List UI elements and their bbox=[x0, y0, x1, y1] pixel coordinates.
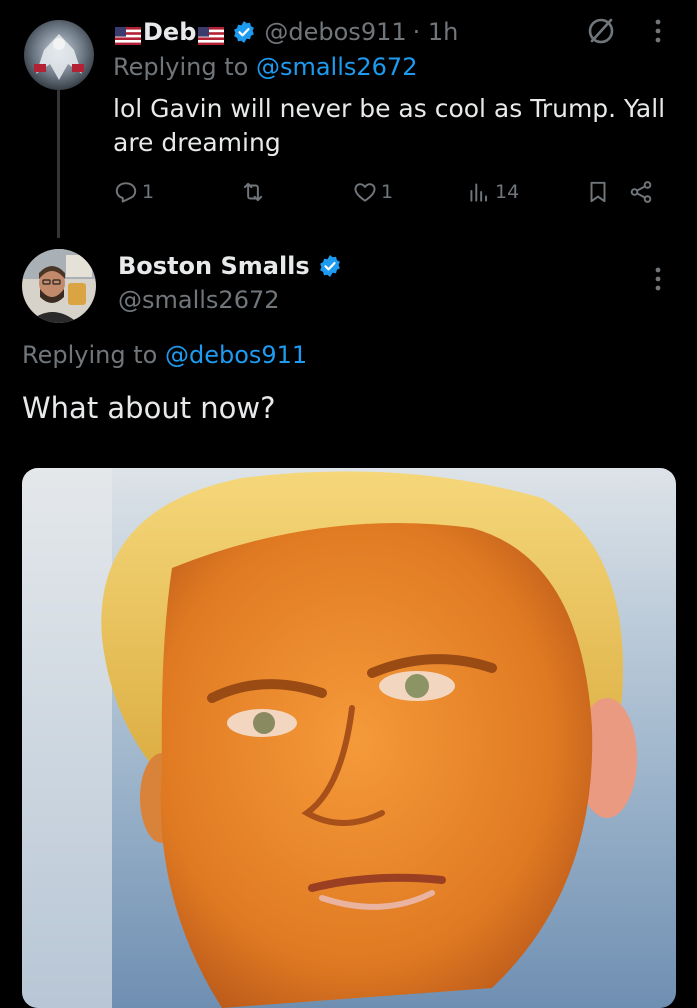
thread-line bbox=[57, 90, 60, 238]
main-handle[interactable]: @smalls2672 bbox=[118, 283, 280, 317]
more-dots-icon[interactable] bbox=[652, 16, 664, 46]
us-flag-icon bbox=[198, 23, 225, 45]
reply-display-name[interactable]: Deb bbox=[143, 18, 196, 46]
reply-button[interactable]: 1 bbox=[113, 172, 154, 212]
share-button[interactable] bbox=[628, 172, 654, 212]
verified-badge-icon bbox=[234, 21, 255, 43]
like-icon bbox=[354, 183, 376, 202]
bookmark-icon bbox=[590, 181, 606, 203]
grok-icon[interactable] bbox=[586, 16, 616, 46]
views-icon bbox=[470, 183, 488, 202]
avatar-deb[interactable] bbox=[24, 20, 94, 90]
view-count: 14 bbox=[495, 181, 520, 203]
reply-tweet-text: lol Gavin will never be as cool as Trump… bbox=[113, 94, 666, 157]
replying-prefix: Replying to bbox=[113, 53, 249, 81]
replying-to-link[interactable]: @debos911 bbox=[165, 341, 307, 369]
main-display-name[interactable]: Boston Smalls bbox=[118, 249, 310, 283]
share-icon bbox=[630, 181, 652, 203]
us-flag-icon bbox=[115, 23, 141, 45]
bookmark-button[interactable] bbox=[585, 172, 611, 212]
like-button[interactable]: 1 bbox=[352, 172, 393, 212]
reply-icon bbox=[115, 182, 137, 203]
reply-handle[interactable]: @debos911 bbox=[264, 18, 406, 46]
avatar-boston-smalls[interactable] bbox=[22, 249, 96, 323]
main-tweet-text: What about now? bbox=[22, 391, 276, 425]
verified-badge-icon bbox=[319, 255, 340, 277]
retweet-icon bbox=[243, 182, 263, 202]
replying-prefix: Replying to bbox=[22, 341, 158, 369]
retweet-button[interactable] bbox=[240, 172, 266, 212]
more-dots-icon[interactable] bbox=[652, 264, 664, 294]
like-count: 1 bbox=[381, 181, 394, 203]
views-button[interactable]: 14 bbox=[466, 172, 519, 212]
reply-tweet-header: Deb @debos911 · 1h bbox=[113, 12, 458, 52]
main-replying-to: Replying to @debos911 bbox=[22, 337, 307, 373]
replying-to-link[interactable]: @smalls2672 bbox=[256, 53, 418, 81]
reply-replying-to: Replying to @smalls2672 bbox=[113, 50, 417, 84]
reply-count: 1 bbox=[142, 181, 155, 203]
tweet-media-image[interactable] bbox=[22, 468, 676, 1008]
main-display-name-row: Boston Smalls bbox=[118, 249, 350, 283]
reply-timestamp[interactable]: · 1h bbox=[413, 18, 459, 46]
